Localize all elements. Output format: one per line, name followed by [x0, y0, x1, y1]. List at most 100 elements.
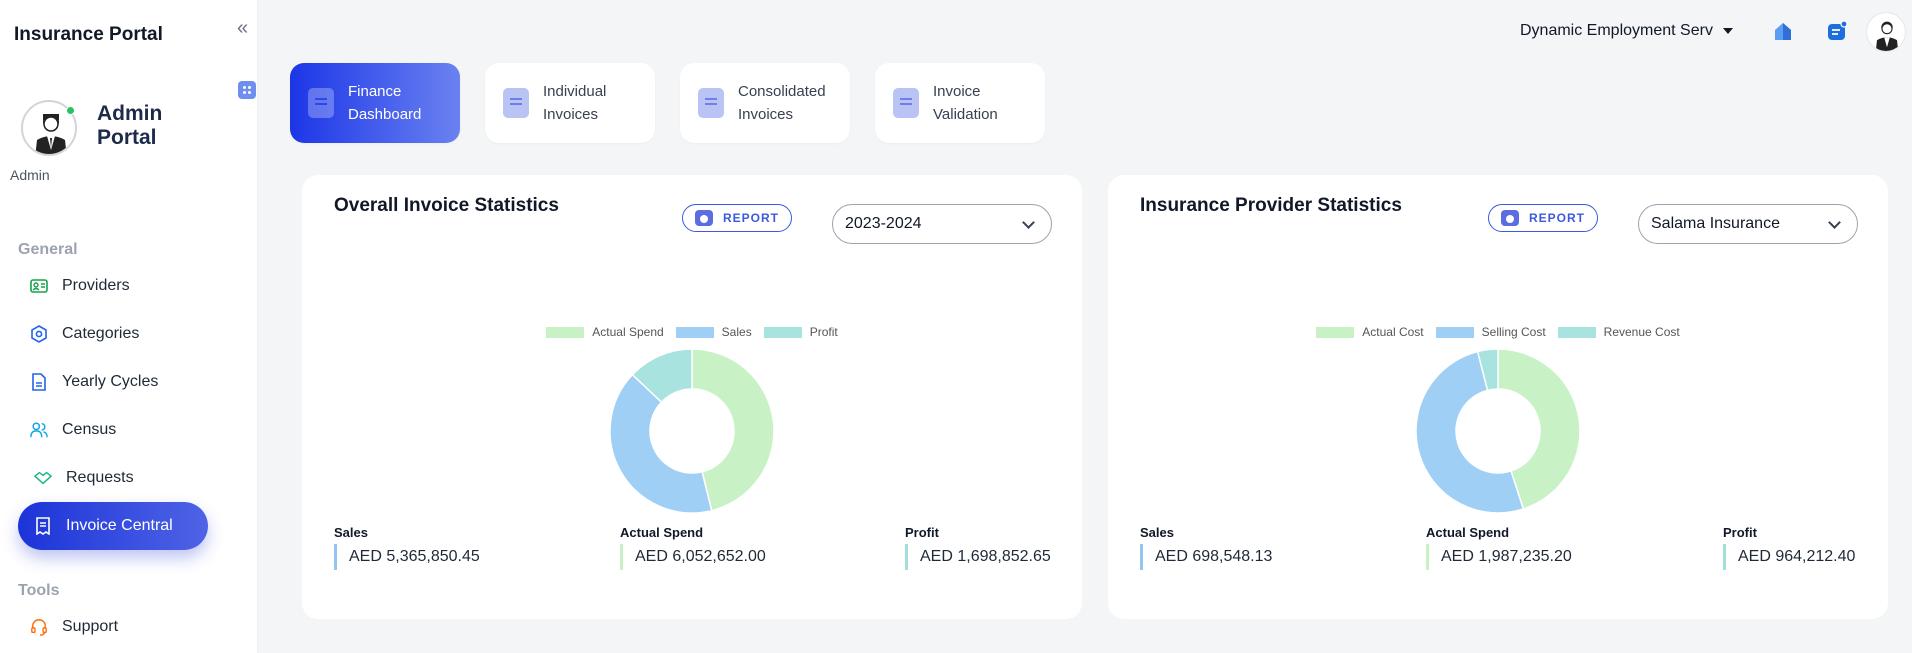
- report-icon: [694, 210, 713, 226]
- stat-value: AED 6,052,652.00: [620, 544, 766, 570]
- sidebar-item-label: Census: [62, 421, 117, 438]
- tab-label: Invoice Validation: [933, 83, 998, 123]
- stat-value: AED 964,212.40: [1723, 544, 1855, 570]
- legend-label: Actual Spend: [592, 325, 664, 339]
- stat-profit: Profit AED 964,212.40: [1723, 525, 1855, 570]
- hexagon-icon: [30, 325, 48, 343]
- legend-swatch: [675, 326, 714, 338]
- tab-finance-dashboard[interactable]: Finance Dashboard: [290, 63, 460, 143]
- receipt-edit-icon: [503, 88, 529, 118]
- legend-item[interactable]: Actual Cost: [1316, 325, 1424, 339]
- report-icon: [1500, 210, 1519, 226]
- stat-actual-spend: Actual Spend AED 6,052,652.00: [620, 525, 766, 570]
- report-button[interactable]: REPORT: [1488, 204, 1598, 232]
- legend-item[interactable]: Sales: [675, 325, 752, 339]
- apps-icon[interactable]: [238, 81, 256, 99]
- user-role: Admin: [10, 167, 50, 183]
- stat-label: Sales: [334, 525, 368, 540]
- legend-label: Actual Cost: [1362, 325, 1424, 339]
- legend-item[interactable]: Revenue Cost: [1557, 325, 1680, 339]
- report-button[interactable]: REPORT: [682, 204, 792, 232]
- sidebar-item-requests[interactable]: Requests: [34, 463, 134, 493]
- app-title: Insurance Portal: [14, 24, 163, 45]
- legend-label: Selling Cost: [1481, 325, 1546, 339]
- chevron-down-icon: [1022, 216, 1035, 229]
- tab-label: Finance Dashboard: [348, 83, 422, 123]
- provider-select[interactable]: Salama Insurance: [1638, 204, 1858, 244]
- company-selector[interactable]: Dynamic Employment Serv: [1520, 22, 1733, 40]
- document-icon: [30, 373, 48, 391]
- sidebar-item-yearly-cycles[interactable]: Yearly Cycles: [30, 367, 158, 397]
- chevron-down-icon: [1828, 216, 1841, 229]
- stat-sales: Sales AED 698,548.13: [1140, 525, 1272, 570]
- stat-value: AED 1,987,235.20: [1426, 544, 1572, 570]
- stat-value: AED 698,548.13: [1140, 544, 1272, 570]
- sidebar-item-support[interactable]: Support: [30, 612, 118, 642]
- sidebar-item-label: Categories: [62, 325, 140, 342]
- stat-label: Actual Spend: [1426, 525, 1510, 540]
- tab-label: Consolidated Invoices: [738, 83, 826, 123]
- legend-swatch: [763, 326, 802, 338]
- sidebar-item-providers[interactable]: Providers: [30, 271, 130, 301]
- stat-profit: Profit AED 1,698,852.65: [905, 525, 1051, 570]
- card-title: Overall Invoice Statistics: [334, 195, 559, 216]
- id-card-icon: [30, 277, 48, 295]
- online-status-dot: [66, 106, 75, 115]
- sidebar: Insurance Portal « Admin Portal Admin Ge…: [0, 0, 258, 653]
- receipt-icon: [698, 88, 724, 118]
- legend-swatch: [1435, 326, 1474, 338]
- section-label-tools: Tools: [18, 582, 60, 599]
- sidebar-item-invoice-central[interactable]: Invoice Central: [18, 502, 208, 550]
- sidebar-item-label: Support: [62, 618, 119, 635]
- chart-legend: Actual Spend Sales Profit: [302, 325, 1082, 339]
- collapse-sidebar-icon[interactable]: «: [237, 18, 257, 38]
- legend-swatch: [1316, 326, 1355, 338]
- select-value: Salama Insurance: [1651, 215, 1780, 232]
- receipt-icon: [308, 88, 334, 118]
- legend-label: Profit: [809, 325, 838, 339]
- stat-label: Actual Spend: [620, 525, 704, 540]
- sidebar-item-label: Yearly Cycles: [62, 373, 159, 390]
- donut-chart: [609, 348, 775, 514]
- home-icon[interactable]: [1772, 20, 1794, 42]
- legend-item[interactable]: Profit: [763, 325, 838, 339]
- notification-icon[interactable]: [1826, 20, 1848, 42]
- invoice-icon: [34, 517, 52, 535]
- overall-invoice-statistics-card: Overall Invoice Statistics REPORT 2023-2…: [302, 175, 1082, 619]
- donut-chart: [1415, 348, 1581, 514]
- legend-label: Revenue Cost: [1603, 325, 1680, 339]
- legend-label: Sales: [721, 325, 752, 339]
- legend-item[interactable]: Selling Cost: [1435, 325, 1546, 339]
- handshake-icon: [34, 469, 52, 487]
- headset-icon: [30, 618, 48, 636]
- insurance-provider-statistics-card: Insurance Provider Statistics REPORT Sal…: [1108, 175, 1888, 619]
- receipt-edit-icon: [893, 88, 919, 118]
- stat-value: AED 5,365,850.45: [334, 544, 480, 570]
- stat-label: Sales: [1140, 525, 1174, 540]
- section-label-general: General: [18, 241, 78, 258]
- caret-down-icon: [1722, 28, 1733, 34]
- stat-label: Profit: [905, 525, 939, 540]
- legend-item[interactable]: Actual Spend: [546, 325, 664, 339]
- tab-invoice-validation[interactable]: Invoice Validation: [875, 63, 1045, 143]
- year-select[interactable]: 2023-2024: [832, 204, 1052, 244]
- chart-legend: Actual Cost Selling Cost Revenue Cost: [1108, 325, 1888, 339]
- stat-label: Profit: [1723, 525, 1757, 540]
- profile-avatar[interactable]: [1866, 12, 1906, 52]
- users-icon: [30, 421, 48, 439]
- user-name: Admin Portal: [97, 102, 163, 149]
- tab-label: Individual Invoices: [543, 83, 607, 123]
- stat-sales: Sales AED 5,365,850.45: [334, 525, 480, 570]
- tab-individual-invoices[interactable]: Individual Invoices: [485, 63, 655, 143]
- legend-swatch: [1557, 326, 1596, 338]
- select-value: 2023-2024: [845, 215, 922, 232]
- sidebar-item-categories[interactable]: Categories: [30, 319, 139, 349]
- stat-actual-spend: Actual Spend AED 1,987,235.20: [1426, 525, 1572, 570]
- sidebar-item-label: Requests: [66, 469, 134, 486]
- sidebar-item-label: Providers: [62, 277, 130, 294]
- tab-consolidated-invoices[interactable]: Consolidated Invoices: [680, 63, 850, 143]
- sidebar-item-census[interactable]: Census: [30, 415, 116, 445]
- legend-swatch: [546, 326, 585, 338]
- report-label: REPORT: [722, 211, 779, 225]
- report-label: REPORT: [1528, 211, 1585, 225]
